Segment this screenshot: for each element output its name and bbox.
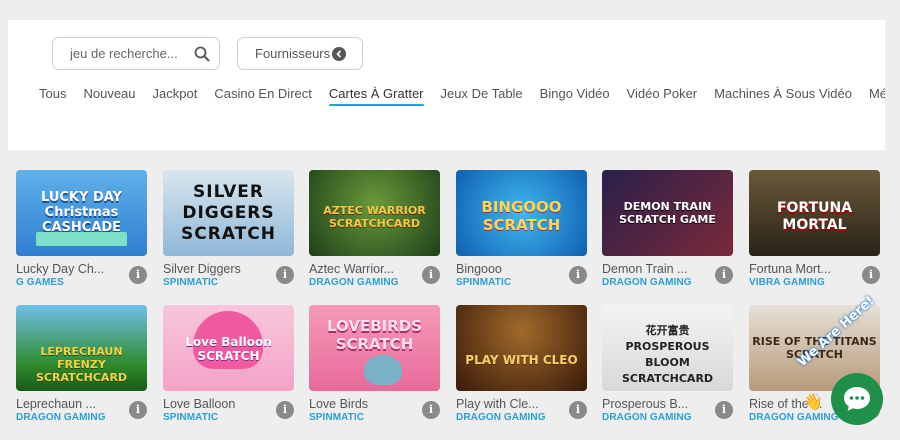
- game-thumbnail[interactable]: DEMON TRAIN SCRATCH GAME: [602, 170, 733, 256]
- bird-icon: [364, 355, 402, 385]
- game-title[interactable]: Play with Cle...: [456, 397, 561, 411]
- game-provider: SPINMATIC: [163, 412, 219, 423]
- game-card[interactable]: 花开富贵 PROSPEROUS BLOOM SCRATCHCARD Prospe…: [602, 305, 733, 423]
- game-thumbnail[interactable]: 花开富贵 PROSPEROUS BLOOM SCRATCHCARD: [602, 305, 733, 391]
- game-provider: VIBRA GAMING: [749, 277, 825, 288]
- game-card[interactable]: AZTEC WARRIOR SCRATCHCARD Aztec Warrior.…: [309, 170, 440, 288]
- thumbnail-text: PLAY WITH CLEO: [465, 353, 578, 367]
- thumbnail-text: DEMON TRAIN SCRATCH GAME: [619, 200, 716, 226]
- tab-jeux-de-table[interactable]: Jeux De Table: [441, 86, 523, 105]
- game-thumbnail[interactable]: SILVER DIGGERS SCRATCH: [163, 170, 294, 256]
- game-card[interactable]: FORTUNA MORTAL Fortuna Mort... VIBRA GAM…: [749, 170, 880, 288]
- tab-tous[interactable]: Tous: [39, 86, 66, 105]
- game-title[interactable]: Silver Diggers: [163, 262, 268, 276]
- game-thumbnail[interactable]: PLAY WITH CLEO: [456, 305, 587, 391]
- game-provider: G GAMES: [16, 277, 64, 288]
- search-icon[interactable]: [194, 46, 210, 62]
- tab-jackpot[interactable]: Jackpot: [153, 86, 198, 105]
- game-card[interactable]: Love Balloon SCRATCH Love Balloon SPINMA…: [163, 305, 294, 423]
- tab-video-poker[interactable]: Vidéo Poker: [627, 86, 698, 105]
- game-thumbnail[interactable]: LOVEBIRDS SCRATCH: [309, 305, 440, 391]
- chat-icon: [844, 387, 870, 411]
- game-thumbnail[interactable]: BINGOOO SCRATCH: [456, 170, 587, 256]
- info-icon[interactable]: i: [862, 266, 880, 284]
- tab-bingo-video[interactable]: Bingo Vidéo: [540, 86, 610, 105]
- game-title[interactable]: Fortuna Mort...: [749, 262, 854, 276]
- chevron-left-icon: [332, 47, 346, 61]
- game-thumbnail[interactable]: LUCKY DAY Christmas CASHCADE: [16, 170, 147, 256]
- game-provider: DRAGON GAMING: [16, 412, 106, 423]
- thumbnail-text: 花开富贵 PROSPEROUS BLOOM SCRATCHCARD: [621, 324, 714, 385]
- game-title[interactable]: Love Birds: [309, 397, 414, 411]
- game-thumbnail[interactable]: FORTUNA MORTAL: [749, 170, 880, 256]
- providers-button-label: Fournisseurs: [255, 46, 331, 61]
- info-icon[interactable]: i: [276, 401, 294, 419]
- filter-panel: Fournisseurs Tous Nouveau Jackpot Casino…: [8, 20, 885, 150]
- game-provider: SPINMATIC: [456, 277, 512, 288]
- game-card[interactable]: LEPRECHAUN FRENZY SCRATCHCARD Leprechaun…: [16, 305, 147, 423]
- tab-cartes-a-gratter[interactable]: Cartes À Gratter: [328, 86, 424, 106]
- thumbnail-text: LOVEBIRDS SCRATCH: [326, 317, 423, 353]
- search-input[interactable]: [70, 46, 190, 61]
- game-card[interactable]: PLAY WITH CLEO Play with Cle... DRAGON G…: [456, 305, 587, 423]
- game-card[interactable]: DEMON TRAIN SCRATCH GAME Demon Train ...…: [602, 170, 733, 288]
- game-provider: DRAGON GAMING: [309, 277, 399, 288]
- game-title[interactable]: Leprechaun ...: [16, 397, 121, 411]
- info-icon[interactable]: i: [715, 401, 733, 419]
- thumbnail-text: LUCKY DAY Christmas CASHCADE: [41, 190, 122, 235]
- game-title[interactable]: Love Balloon: [163, 397, 268, 411]
- tab-casino-en-direct[interactable]: Casino En Direct: [214, 86, 312, 105]
- info-icon[interactable]: i: [569, 401, 587, 419]
- game-provider: SPINMATIC: [163, 277, 219, 288]
- game-card[interactable]: LUCKY DAY Christmas CASHCADE Lucky Day C…: [16, 170, 147, 288]
- tab-megalo[interactable]: Mégalo: [869, 86, 885, 105]
- game-title[interactable]: Bingooo: [456, 262, 561, 276]
- game-thumbnail[interactable]: Love Balloon SCRATCH: [163, 305, 294, 391]
- game-title[interactable]: Demon Train ...: [602, 262, 707, 276]
- waving-hand-icon: 👋: [803, 394, 823, 411]
- game-provider: DRAGON GAMING: [602, 412, 692, 423]
- game-provider: DRAGON GAMING: [602, 277, 692, 288]
- chat-button[interactable]: [831, 373, 883, 425]
- search-box[interactable]: [52, 37, 220, 70]
- thumbnail-text: FORTUNA MORTAL: [776, 200, 853, 233]
- game-provider: DRAGON GAMING: [749, 412, 839, 423]
- game-card[interactable]: LOVEBIRDS SCRATCH Love Birds SPINMATIC i: [309, 305, 440, 423]
- thumbnail-text: Love Balloon SCRATCH: [185, 335, 272, 363]
- info-icon[interactable]: i: [129, 266, 147, 284]
- game-provider: SPINMATIC: [309, 412, 365, 423]
- game-title[interactable]: Lucky Day Ch...: [16, 262, 121, 276]
- thumbnail-text: LEPRECHAUN FRENZY SCRATCHCARD: [35, 345, 128, 384]
- game-card[interactable]: BINGOOO SCRATCH Bingooo SPINMATIC i: [456, 170, 587, 288]
- category-tabs: Tous Nouveau Jackpot Casino En Direct Ca…: [39, 86, 885, 106]
- game-thumbnail[interactable]: AZTEC WARRIOR SCRATCHCARD: [309, 170, 440, 256]
- game-provider: DRAGON GAMING: [456, 412, 546, 423]
- game-thumbnail[interactable]: LEPRECHAUN FRENZY SCRATCHCARD: [16, 305, 147, 391]
- thumbnail-text: AZTEC WARRIOR SCRATCHCARD: [323, 204, 426, 230]
- game-title[interactable]: Prosperous B...: [602, 397, 707, 411]
- info-icon[interactable]: i: [569, 266, 587, 284]
- thumbnail-decoration: [36, 232, 127, 246]
- info-icon[interactable]: i: [715, 266, 733, 284]
- tab-nouveau[interactable]: Nouveau: [83, 86, 135, 105]
- game-card[interactable]: SILVER DIGGERS SCRATCH Silver Diggers SP…: [163, 170, 294, 288]
- thumbnail-text: SILVER DIGGERS SCRATCH: [181, 182, 276, 244]
- game-title[interactable]: Aztec Warrior...: [309, 262, 414, 276]
- tab-machines-a-sous-video[interactable]: Machines À Sous Vidéo: [714, 86, 852, 105]
- info-icon[interactable]: i: [422, 266, 440, 284]
- thumbnail-text: BINGOOO SCRATCH: [481, 198, 562, 234]
- info-icon[interactable]: i: [129, 401, 147, 419]
- providers-button[interactable]: Fournisseurs: [237, 37, 363, 70]
- info-icon[interactable]: i: [422, 401, 440, 419]
- info-icon[interactable]: i: [276, 266, 294, 284]
